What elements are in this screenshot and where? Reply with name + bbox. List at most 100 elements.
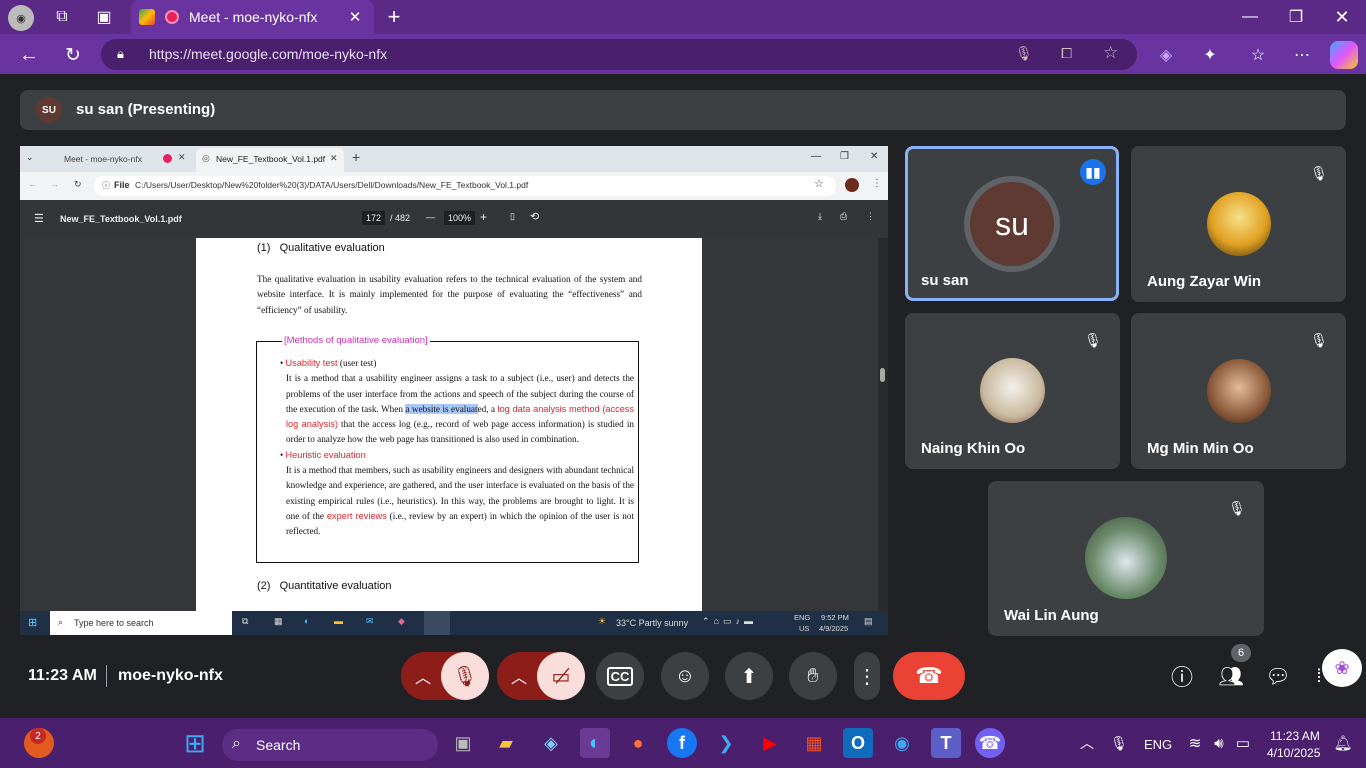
more-options-button[interactable]: ⋮	[854, 652, 880, 700]
participant-tile-aung-zayar-win[interactable]: 🎙︎ Aung Zayar Win	[1131, 146, 1346, 302]
taskbar-time[interactable]: 11:23 AM	[1270, 729, 1320, 743]
shared-windows-taskbar: ⊞ ⌕ Type here to search ⧉ ▦ ◐ ▬ ✉ ◆ ☀ 33…	[20, 611, 888, 635]
favorites-icon[interactable]: ☆	[1246, 43, 1270, 67]
hang-up-icon: ☎︎	[915, 663, 943, 688]
avatar-initials-circle: su	[970, 182, 1054, 266]
copilot-icon[interactable]	[1330, 41, 1358, 69]
present-button[interactable]: ⬆	[725, 652, 773, 700]
bullet: •	[280, 358, 284, 368]
viber-icon[interactable]: ☎︎	[975, 728, 1005, 758]
favorite-star-icon[interactable]: ☆	[1103, 43, 1118, 63]
site-info-icon[interactable]: 🔒︎	[117, 46, 124, 62]
teams-icon[interactable]: T	[931, 728, 961, 758]
back-icon[interactable]: ←	[16, 42, 42, 68]
tab-actions-icon[interactable]: ▣	[92, 6, 116, 28]
shared-globe-icon: ◎	[202, 153, 210, 163]
url-text: https://meet.google.com/moe-nyko-nfx	[149, 46, 388, 62]
edge-icon[interactable]: ◐	[580, 728, 610, 758]
file-explorer-icon[interactable]: ▰	[491, 728, 521, 758]
participant-tile-naing-khin-oo[interactable]: 🎙︎ Naing Khin Oo	[905, 313, 1120, 469]
outlook-icon[interactable]: O	[843, 728, 873, 758]
restore-icon[interactable]: ❐	[1284, 5, 1308, 29]
mic-off-icon: 🎙︎	[441, 652, 489, 700]
minimize-icon[interactable]: —	[1238, 5, 1262, 29]
close-window-icon[interactable]: ✕	[1330, 5, 1354, 29]
presentation-banner: SU su san (Presenting)	[20, 90, 1346, 130]
youtube-icon[interactable]: ▶	[755, 728, 785, 758]
participant-count-badge: 6	[1231, 644, 1251, 662]
shared-mail-icon: ✉	[366, 616, 374, 626]
notifications-icon[interactable]: 🔔︎	[1328, 728, 1358, 758]
microphone-tray-icon[interactable]: 🎙︎	[1104, 728, 1134, 758]
shared-clock-date: 4/9/2025	[819, 624, 849, 633]
messenger-icon[interactable]: ◉	[887, 728, 917, 758]
shared-max-icon: ❐	[840, 151, 849, 162]
shared-notify-icon: ▤	[864, 616, 873, 626]
copilot-app-icon[interactable]: ◈	[536, 728, 566, 758]
captions-icon: CC	[606, 666, 634, 686]
shared-profile-icon	[845, 178, 859, 192]
copilot-extension-icon[interactable]: ◈	[1154, 43, 1178, 67]
language-indicator[interactable]: ENG	[1144, 737, 1172, 752]
taskbar-date[interactable]: 4/10/2025	[1267, 746, 1320, 760]
reload-icon[interactable]: ↻	[60, 42, 86, 68]
facebook-icon[interactable]: f	[667, 728, 697, 758]
assistant-floating-icon[interactable]: ❀	[1322, 649, 1362, 687]
vscode-icon[interactable]: ❯	[711, 728, 741, 758]
omnibox[interactable]: 🔒︎ https://meet.google.com/moe-nyko-nfx …	[101, 39, 1137, 70]
pdf-print-icon: ⎙	[840, 211, 848, 221]
more-menu-icon[interactable]: ⋯	[1290, 43, 1314, 67]
highlighted-text: a website is evaluat	[405, 403, 478, 414]
task-view-icon[interactable]: ▣	[448, 728, 478, 758]
expert-reviews-term: expert reviews	[326, 510, 387, 521]
video-options-button[interactable]: ︿ ▭̸	[497, 652, 585, 700]
mic-off-icon: 🎙︎	[1084, 331, 1102, 348]
extensions-icon[interactable]: ✦	[1198, 43, 1222, 67]
shared-tab-dropdown-icon: ⌄	[26, 152, 34, 162]
shared-screen: ⌄ Meet - moe-nyko-nfx ✕ ◎ New_FE_Textboo…	[20, 146, 888, 635]
meet-favicon-icon	[139, 9, 155, 25]
shared-menu-icon: ⋮	[872, 178, 882, 189]
participant-tile-mg-min-min-oo[interactable]: 🎙︎ Mg Min Min Oo	[1131, 313, 1346, 469]
store-icon[interactable]: ▦	[799, 728, 829, 758]
participant-tile-wai-lin-aung[interactable]: 🎙︎ Wai Lin Aung	[988, 481, 1264, 636]
methods-box-title: [Methods of qualitative evaluation]	[282, 333, 430, 349]
close-tab-icon[interactable]: ✕	[345, 7, 365, 27]
captions-button[interactable]: CC	[596, 652, 644, 700]
pdf-scroll-thumb	[880, 368, 885, 382]
show-hidden-icons[interactable]: ︿	[1072, 728, 1102, 758]
battery-icon[interactable]: ▭	[1228, 728, 1258, 758]
participant-name: Naing Khin Oo	[921, 440, 1026, 457]
emoji-button[interactable]: ☺	[661, 652, 709, 700]
start-icon[interactable]: ⊞	[180, 728, 210, 758]
avatar: su	[964, 176, 1060, 272]
avatar	[1207, 192, 1271, 256]
microphone-icon[interactable]: 🎙︎	[1015, 45, 1033, 62]
new-tab-icon[interactable]: +	[382, 4, 406, 29]
leave-call-button[interactable]: ☎︎	[893, 652, 965, 700]
shared-office-icon: ◆	[398, 616, 405, 626]
item-usability-test: • Usability test (user test) It is a met…	[280, 356, 634, 540]
participant-tile-su-san[interactable]: su ▮▮ su san	[905, 146, 1119, 301]
raise-hand-button[interactable]: ✋︎	[789, 652, 837, 700]
taskbar-search[interactable]: ⌕ Search	[222, 729, 438, 761]
usability-test-title: Usability test	[285, 358, 338, 368]
workspaces-icon[interactable]: ⧉	[50, 6, 74, 28]
shared-search-text: Type here to search	[74, 618, 154, 628]
firefox-icon[interactable]: ●	[623, 728, 653, 758]
active-browser-tab[interactable]: Meet - moe-nyko-nfx ✕	[131, 0, 374, 34]
pdf-title: New_FE_Textbook_Vol.1.pdf	[60, 214, 182, 224]
shared-lang1: ENG	[794, 613, 811, 622]
cast-icon[interactable]: ⧠	[1061, 45, 1072, 62]
pdf-hamburger-icon: ☰	[34, 213, 44, 225]
audio-options-button[interactable]: ︿ 🎙︎	[401, 652, 489, 700]
meeting-info-icon[interactable]: ⓘ	[1168, 662, 1196, 690]
pdf-toolbar: ☰ New_FE_Textbook_Vol.1.pdf 172 / 482 — …	[20, 200, 888, 238]
shared-chrome-icon	[424, 611, 450, 635]
usability-test-suffix: (user test)	[337, 358, 377, 368]
shared-min-icon: —	[811, 151, 821, 162]
pdf-rotate-icon: ⟲	[530, 211, 540, 223]
profile-avatar[interactable]: ◉	[8, 5, 34, 31]
people-icon[interactable]: 👥︎	[1216, 662, 1246, 690]
chat-icon[interactable]: 💬︎	[1264, 662, 1292, 690]
